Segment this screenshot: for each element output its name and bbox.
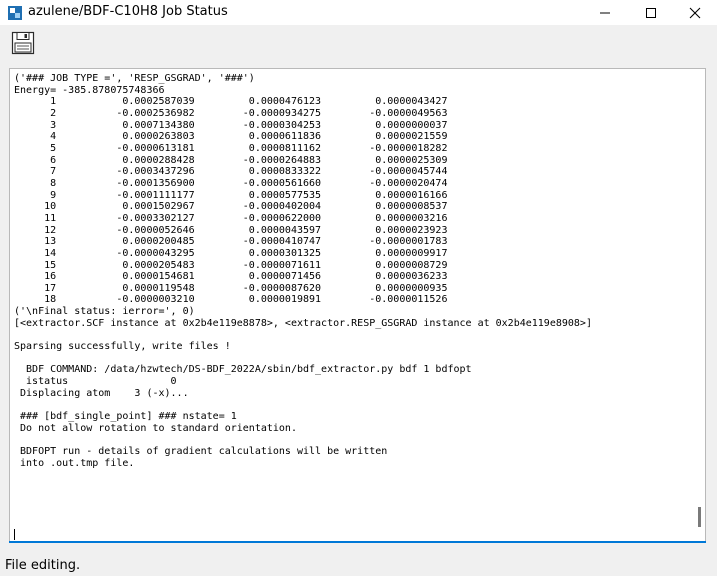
window-title: azulene/BDF-C10H8 Job Status	[28, 4, 228, 19]
status-text: File editing.	[5, 558, 81, 573]
floppy-disk-icon	[11, 31, 35, 55]
minimize-icon	[600, 12, 610, 13]
maximize-button[interactable]	[628, 0, 674, 25]
save-button[interactable]	[11, 31, 35, 55]
textarea-focus-underline	[9, 541, 706, 543]
minimize-button[interactable]	[582, 0, 628, 25]
title-bar[interactable]: azulene/BDF-C10H8 Job Status	[0, 0, 717, 25]
close-button[interactable]	[672, 0, 717, 25]
text-caret	[14, 529, 15, 540]
app-icon	[8, 6, 22, 20]
log-textarea[interactable]: ('### JOB TYPE =', 'RESP_GSGRAD', '###')…	[9, 68, 706, 542]
scrollbar-thumb[interactable]	[698, 507, 701, 527]
toolbar	[0, 25, 717, 60]
status-bar: File editing.	[0, 554, 717, 576]
maximize-icon	[646, 7, 656, 18]
job-log-text[interactable]: ('### JOB TYPE =', 'RESP_GSGRAD', '###')…	[10, 69, 705, 469]
close-icon	[689, 7, 701, 18]
